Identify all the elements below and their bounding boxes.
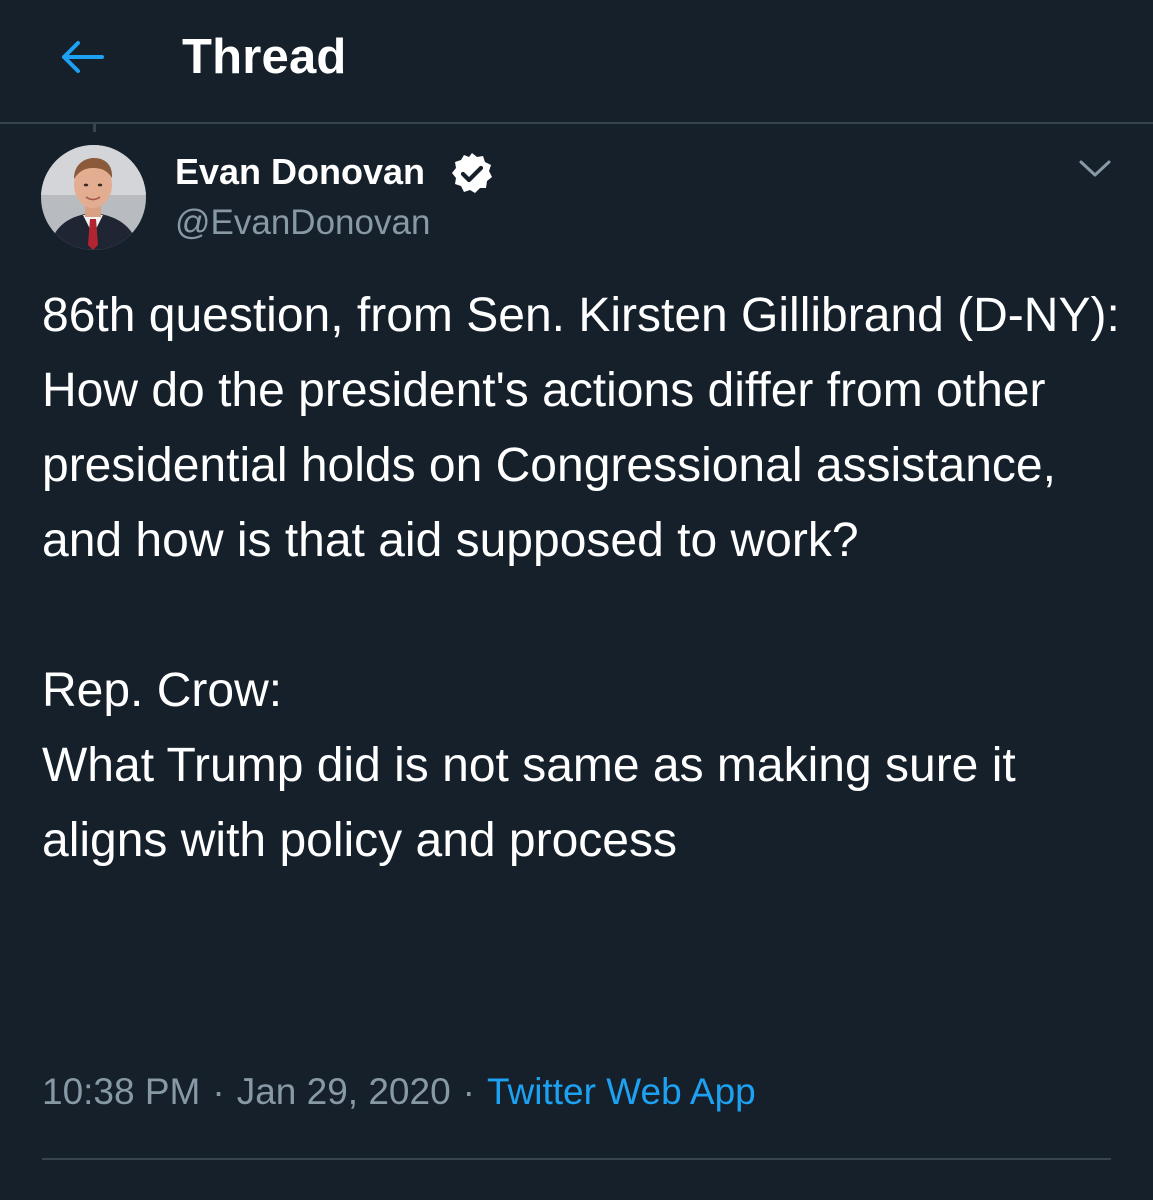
chevron-down-icon [1079,160,1111,177]
thread-connector-line [93,124,96,132]
page-title: Thread [182,30,347,84]
tweet-date[interactable]: Jan 29, 2020 [237,1071,451,1112]
tweet-time[interactable]: 10:38 PM [42,1071,200,1112]
avatar[interactable] [41,145,146,250]
tweet-line: How do the president's actions differ fr… [42,364,1056,567]
separator-dot: · [462,1071,475,1112]
author-name[interactable]: Evan Donovan [175,150,425,194]
back-button[interactable] [46,26,116,88]
verified-badge-icon [452,153,492,193]
arrow-left-icon [62,41,104,73]
divider [42,1158,1111,1160]
tweet-line: Rep. Crow: [42,664,283,717]
tweet-line: 86th question, from Sen. Kirsten Gillibr… [42,289,1120,342]
author-handle[interactable]: @EvanDonovan [175,202,430,244]
separator-dot: · [212,1071,225,1112]
thread-header: Thread [0,0,1153,124]
tweet-source-link[interactable]: Twitter Web App [487,1071,756,1112]
tweet-text: 86th question, from Sen. Kirsten Gillibr… [42,278,1132,878]
tweet-line-break [42,578,1132,653]
avatar-image [41,145,146,250]
tweet-line: What Trump did is not same as making sur… [42,739,1016,867]
tweet-metadata: 10:38 PM · Jan 29, 2020 · Twitter Web App [42,1068,756,1116]
tweet-menu-button[interactable] [1068,146,1122,192]
